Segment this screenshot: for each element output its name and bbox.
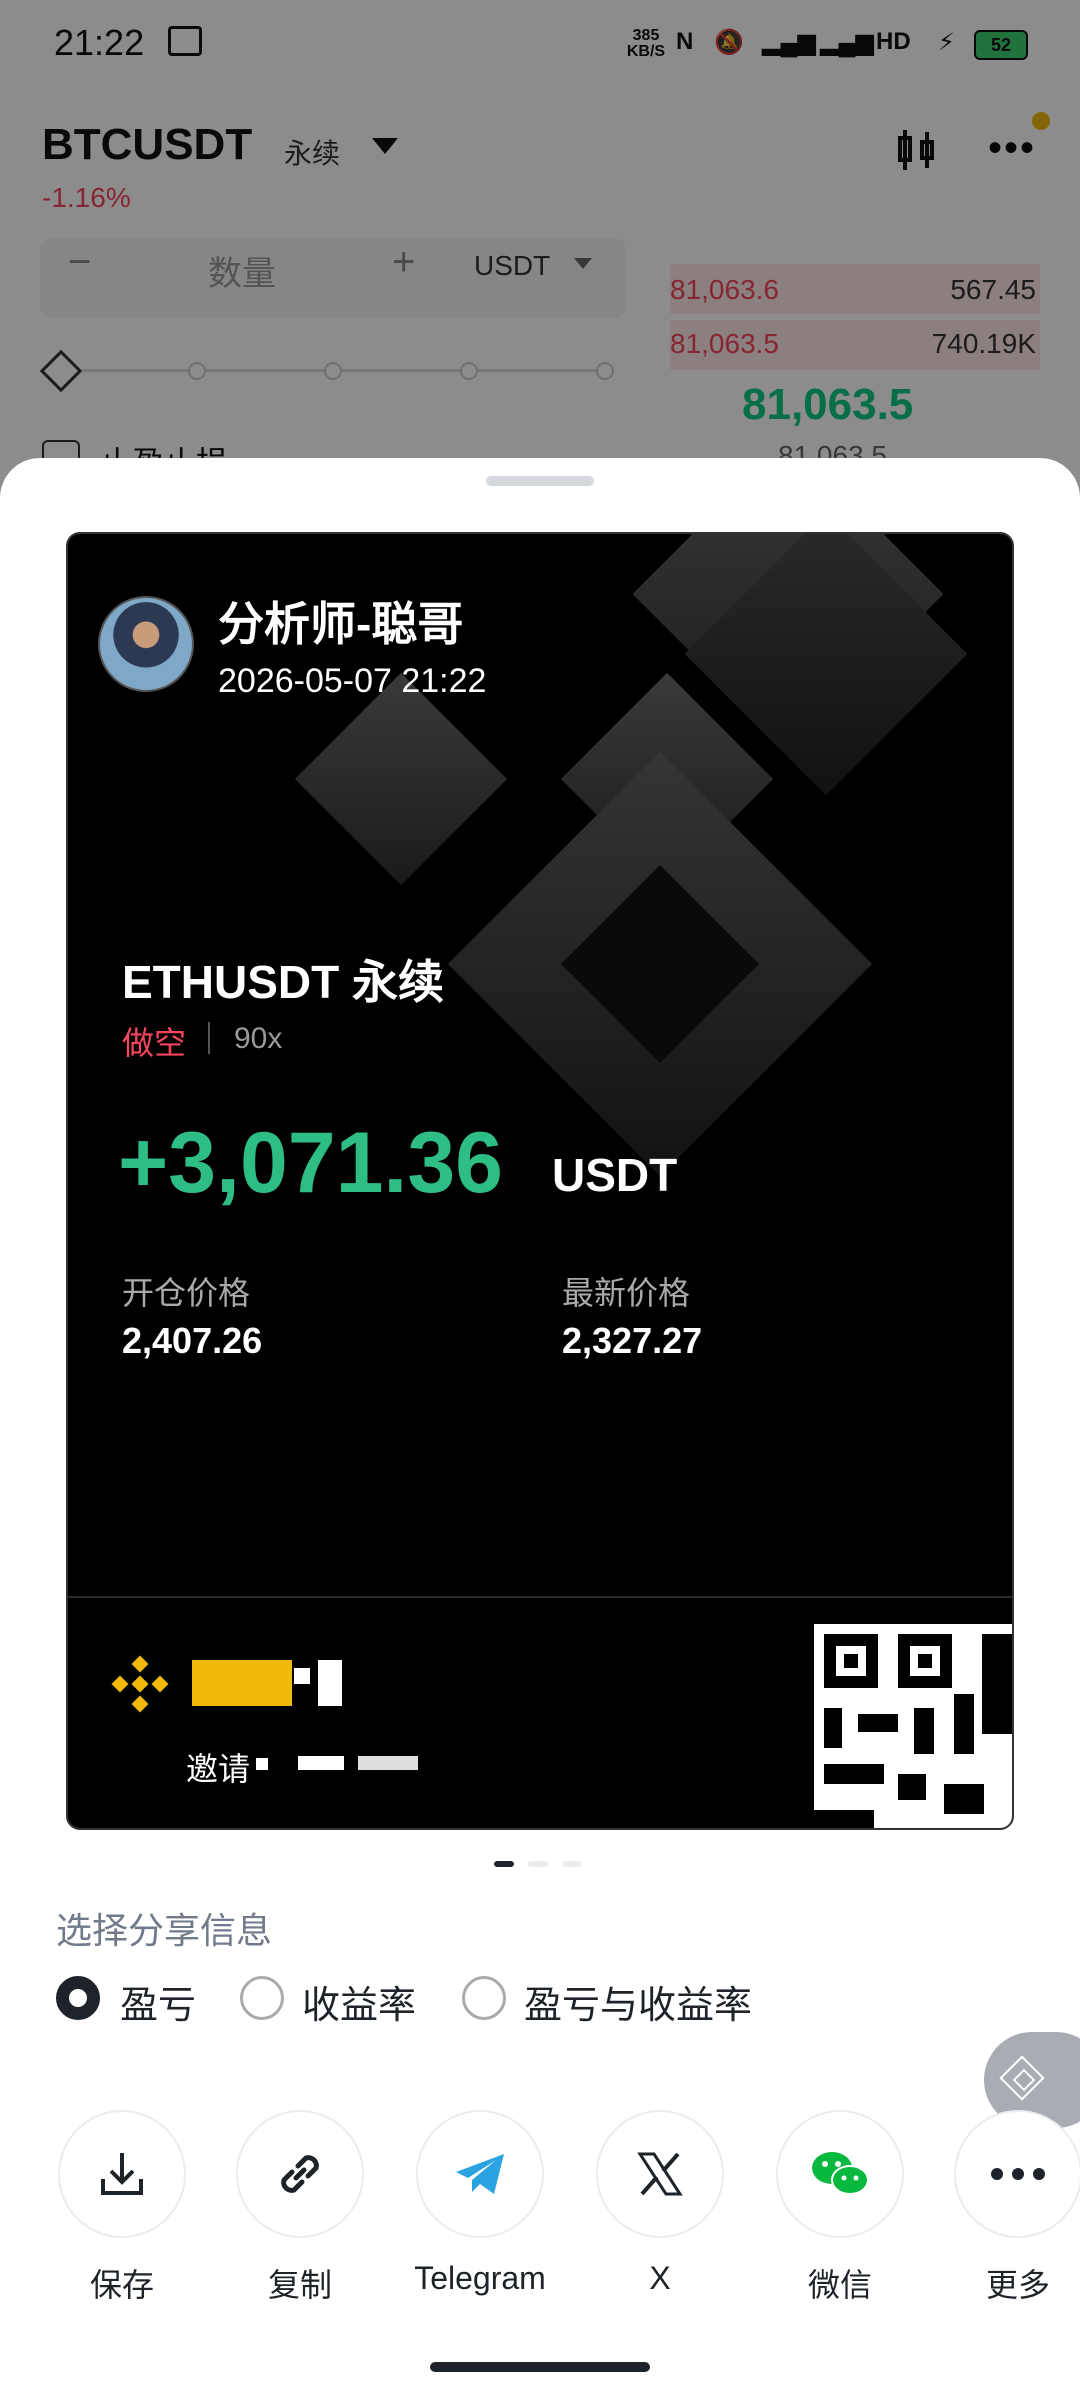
more-share-button[interactable]	[954, 2110, 1080, 2238]
home-indicator[interactable]	[430, 2362, 650, 2372]
telegram-icon	[456, 2154, 504, 2194]
radio-pnl[interactable]	[56, 1976, 100, 2020]
download-icon	[101, 2153, 143, 2195]
position-symbol: ETHUSDT 永续	[122, 956, 444, 1008]
pager-dot	[562, 1861, 582, 1867]
more-label: 更多	[985, 2267, 1050, 2303]
card-timestamp: 2026-05-07 21:22	[218, 662, 487, 700]
wechat-button[interactable]	[776, 2110, 904, 2238]
qr-code	[814, 1624, 1012, 1828]
link-icon	[281, 2155, 319, 2193]
x-logo-icon	[637, 2152, 683, 2196]
binance-logo-icon	[111, 1655, 169, 1713]
redacted-pixels	[318, 1660, 342, 1706]
latest-price: 2,327.27	[562, 1320, 703, 1361]
divider	[208, 1022, 210, 1054]
save-label: 保存	[89, 2267, 154, 2303]
latest-price-label: 最新价格	[562, 1275, 691, 1311]
logo-diamond-decoration	[294, 672, 508, 886]
more-icon	[991, 2168, 1045, 2180]
share-info-label: 选择分享信息	[56, 1910, 273, 1951]
user-name: 分析师-聪哥	[218, 598, 464, 650]
sheet-drag-handle[interactable]	[486, 476, 594, 486]
redacted-pixels	[256, 1758, 268, 1770]
pnl-value: +3,071.36	[118, 1115, 503, 1211]
save-button[interactable]	[58, 2110, 186, 2238]
copy-label: 复制	[267, 2267, 332, 2303]
pnl-unit: USDT	[552, 1149, 678, 1201]
invite-label: 邀请	[186, 1751, 251, 1787]
radio-pnl-roi[interactable]	[462, 1976, 506, 2020]
share-card: 分析师-聪哥 2026-05-07 21:22 ETHUSDT 永续 做空 90…	[66, 532, 1014, 1830]
x-share-button[interactable]	[596, 2110, 724, 2238]
radio-roi[interactable]	[240, 1976, 284, 2020]
divider	[68, 1596, 1012, 1598]
radio-pnl-roi-label[interactable]: 盈亏与收益率	[524, 1974, 752, 2029]
entry-price-label: 开仓价格	[122, 1275, 251, 1311]
radio-pnl-label[interactable]: 盈亏	[120, 1974, 196, 2029]
wechat-label: 微信	[807, 2267, 872, 2303]
telegram-button[interactable]	[416, 2110, 544, 2238]
radio-roi-label[interactable]: 收益率	[302, 1974, 416, 2029]
avatar	[98, 596, 194, 692]
redacted-pixels	[358, 1756, 418, 1770]
redacted-pixels	[294, 1668, 310, 1684]
redacted-pixels	[298, 1756, 344, 1770]
copy-link-button[interactable]	[236, 2110, 364, 2238]
x-label: X	[649, 2260, 671, 2296]
entry-price: 2,407.26	[122, 1320, 263, 1361]
leverage: 90x	[234, 1022, 283, 1055]
pager-dot	[528, 1861, 548, 1867]
wechat-icon	[812, 2152, 869, 2195]
position-side: 做空	[122, 1025, 187, 1061]
redacted-referral-name	[192, 1660, 292, 1706]
telegram-label: Telegram	[414, 2260, 546, 2296]
pager-dot-active	[494, 1861, 514, 1867]
